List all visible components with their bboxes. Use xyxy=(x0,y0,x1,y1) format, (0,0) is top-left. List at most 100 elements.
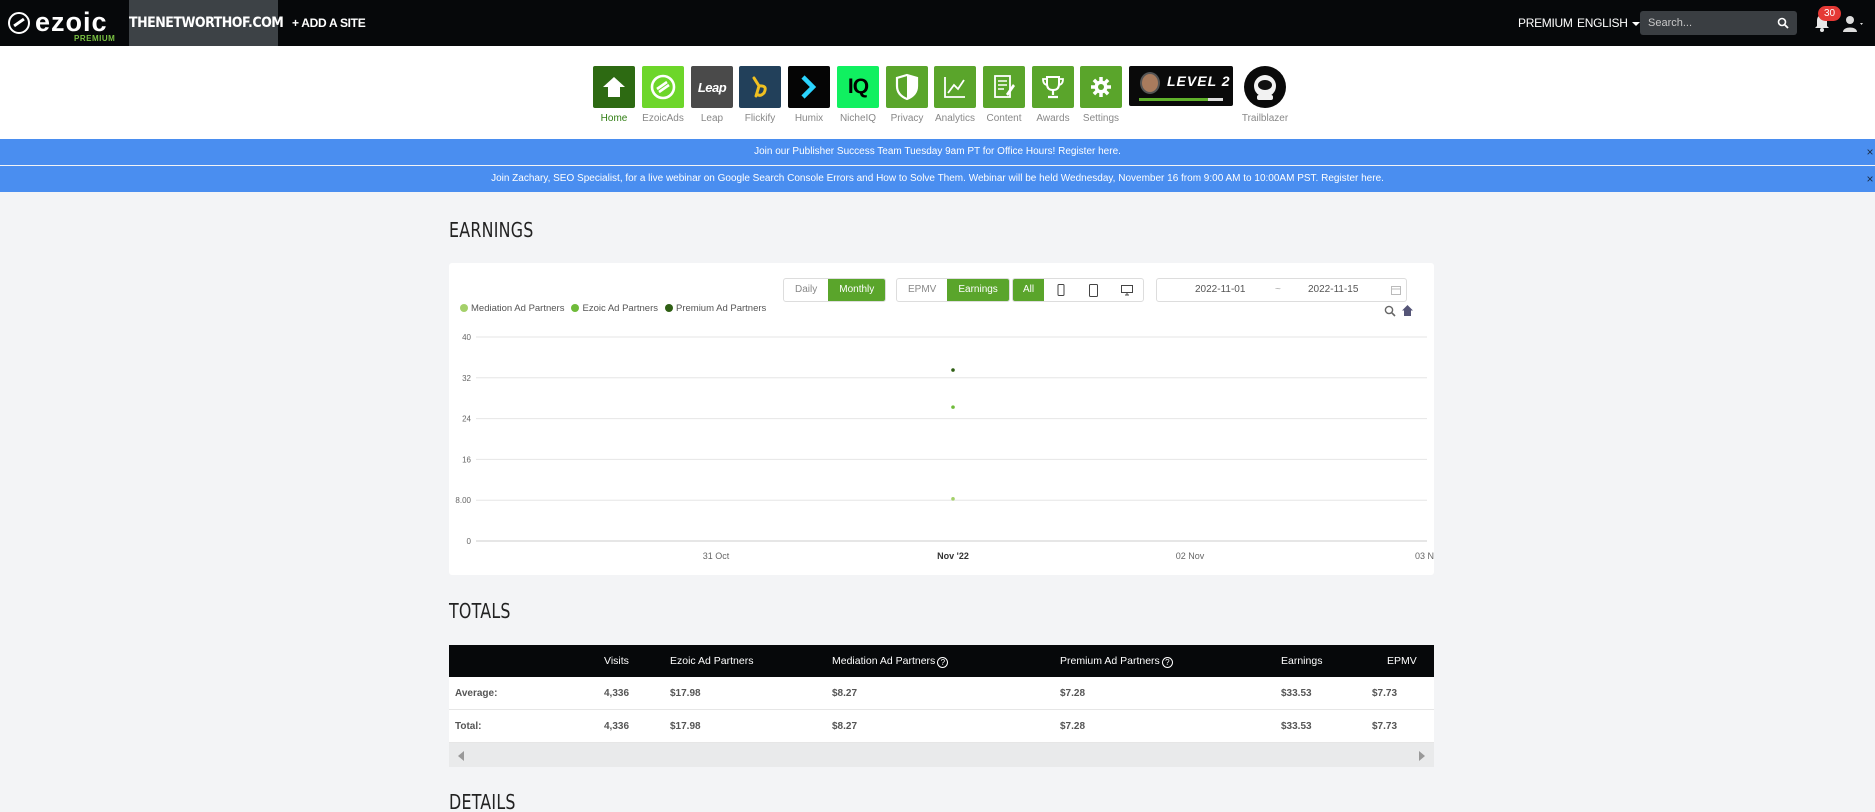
column-header-label: Premium Ad Partners xyxy=(1060,655,1160,667)
earnings-chart-card: Daily Monthly EPMV Earnings All 2022-11-… xyxy=(449,263,1434,575)
level-label: LEVEL 2 xyxy=(1167,73,1231,89)
notification-count-badge: 30 xyxy=(1818,6,1841,21)
app-leap[interactable]: Leap Leap xyxy=(691,66,733,124)
app-content[interactable]: Content xyxy=(983,66,1025,124)
search-box xyxy=(1640,11,1797,35)
cell-ezoic: $17.98 xyxy=(670,688,701,699)
column-header-mediation-ad-partners: Mediation Ad Partners? xyxy=(832,645,949,677)
gear-icon xyxy=(1080,66,1122,108)
y-tick-label: 32 xyxy=(462,374,471,383)
app-humix[interactable]: Humix xyxy=(788,66,830,124)
table-row: Total: 4,336 $17.98 $8.27 $7.28 $33.53 $… xyxy=(449,710,1434,743)
y-tick-label: 0 xyxy=(467,537,472,546)
nicheiq-tile-text: IQ xyxy=(847,75,869,98)
avatar xyxy=(1140,72,1160,94)
details-heading: DETAILS xyxy=(449,790,516,812)
level-badge[interactable]: LEVEL 2 xyxy=(1129,66,1233,106)
flickify-icon xyxy=(739,66,781,108)
document-edit-icon xyxy=(983,66,1025,108)
trailblazer-award[interactable]: Trailblazer xyxy=(1242,66,1288,124)
cell-earnings: $33.53 xyxy=(1281,688,1312,699)
cell-premium: $7.28 xyxy=(1060,721,1086,732)
register-link[interactable]: Register here. xyxy=(1321,173,1384,184)
scroll-right-arrow-icon[interactable] xyxy=(1419,751,1425,761)
app-analytics[interactable]: Analytics xyxy=(934,66,976,124)
leap-tile-text: Leap xyxy=(697,79,727,95)
app-home[interactable]: Home xyxy=(593,66,635,124)
language-dropdown[interactable]: ENGLISH xyxy=(1577,0,1640,46)
x-tick-label: 31 Oct xyxy=(703,551,730,561)
ezoic-logo[interactable]: ezoic PREMIUM xyxy=(8,6,118,43)
user-account-icon[interactable] xyxy=(1842,14,1864,34)
webinar-banner: Join Zachary, SEO Specialist, for a live… xyxy=(0,166,1875,192)
help-icon[interactable]: ? xyxy=(1161,657,1173,668)
cell-epmv: $7.73 xyxy=(1372,721,1398,732)
app-flickify[interactable]: Flickify xyxy=(739,66,781,124)
app-nicheiq[interactable]: IQ NicheIQ xyxy=(837,66,879,124)
scroll-left-arrow-icon[interactable] xyxy=(458,751,464,761)
data-point xyxy=(951,497,955,501)
table-header: Visits Ezoic Ad Partners Mediation Ad Pa… xyxy=(449,645,1434,677)
top-navigation-bar: ezoic PREMIUM THENETWORTHOF.COM + ADD A … xyxy=(0,0,1875,46)
cell-ezoic: $17.98 xyxy=(670,721,701,732)
horizontal-scrollbar[interactable] xyxy=(449,743,1434,767)
data-point xyxy=(951,405,955,409)
cell-epmv: $7.73 xyxy=(1372,688,1398,699)
line-chart-icon xyxy=(934,66,976,108)
cell-visits: 4,336 xyxy=(604,688,630,699)
row-label: Average: xyxy=(455,688,498,699)
cell-earnings: $33.53 xyxy=(1281,721,1312,732)
astronaut-icon xyxy=(1244,66,1286,108)
ezoic-logo-mark-icon xyxy=(8,12,30,34)
level-progress-bar xyxy=(1139,98,1223,101)
earnings-chart: 0 8.00 16 24 32 40 31 Oct Nov '22 02 Nov 03 No xyxy=(455,333,1434,561)
search-icon[interactable] xyxy=(1777,17,1789,29)
trailblazer-label: Trailblazer xyxy=(1241,113,1289,124)
cell-visits: 4,336 xyxy=(604,721,630,732)
cell-mediation: $8.27 xyxy=(832,721,858,732)
leap-icon: Leap xyxy=(691,66,733,108)
x-tick-label: 02 Nov xyxy=(1176,551,1205,561)
logo-wordmark: ezoic xyxy=(35,7,108,37)
column-header-visits: Visits xyxy=(604,655,629,667)
cell-mediation: $8.27 xyxy=(832,688,858,699)
add-site-link[interactable]: + ADD A SITE xyxy=(292,0,366,46)
close-icon[interactable]: × xyxy=(1865,166,1875,192)
column-header-premium-ad-partners: Premium Ad Partners? xyxy=(1060,645,1173,677)
help-icon[interactable]: ? xyxy=(937,657,949,668)
y-tick-label: 8.00 xyxy=(455,496,471,505)
nicheiq-icon: IQ xyxy=(837,66,879,108)
column-header-label: Mediation Ad Partners xyxy=(832,655,936,667)
premium-link[interactable]: PREMIUM xyxy=(1518,0,1573,46)
humix-icon xyxy=(788,66,830,108)
totals-heading: TOTALS xyxy=(449,599,511,623)
language-label: ENGLISH xyxy=(1577,16,1628,30)
search-input[interactable] xyxy=(1648,14,1768,32)
banner-text: Join our Publisher Success Team Tuesday … xyxy=(754,146,1056,157)
app-settings[interactable]: Settings xyxy=(1080,66,1122,124)
chevron-down-icon xyxy=(1631,21,1640,26)
x-tick-label: Nov '22 xyxy=(937,551,969,561)
table-row: Average: 4,336 $17.98 $8.27 $7.28 $33.53… xyxy=(449,677,1434,710)
level-progress-fill xyxy=(1139,98,1208,101)
x-tick-label: 03 No xyxy=(1415,551,1434,561)
data-point xyxy=(951,368,955,372)
column-header-epmv: EPMV xyxy=(1387,655,1417,667)
app-ezoicads[interactable]: EzoicAds xyxy=(642,66,684,124)
site-selector-tab[interactable]: THENETWORTHOF.COM xyxy=(129,0,284,46)
logo-premium-label: PREMIUM xyxy=(74,34,116,43)
home-icon xyxy=(593,66,635,108)
app-awards[interactable]: Awards xyxy=(1032,66,1074,124)
totals-table: Visits Ezoic Ad Partners Mediation Ad Pa… xyxy=(449,645,1434,767)
column-header-earnings: Earnings xyxy=(1281,655,1323,667)
app-privacy[interactable]: Privacy xyxy=(886,66,928,124)
app-label: Settings xyxy=(1082,113,1120,124)
column-header-ezoic-ad-partners: Ezoic Ad Partners xyxy=(670,655,754,667)
register-link[interactable]: Register here. xyxy=(1058,146,1121,157)
ezoicads-icon xyxy=(642,66,684,108)
earnings-heading: EARNINGS xyxy=(449,218,534,242)
close-icon[interactable]: × xyxy=(1865,139,1875,165)
cell-premium: $7.28 xyxy=(1060,688,1086,699)
trophy-icon xyxy=(1032,66,1074,108)
office-hours-banner: Join our Publisher Success Team Tuesday … xyxy=(0,139,1875,165)
